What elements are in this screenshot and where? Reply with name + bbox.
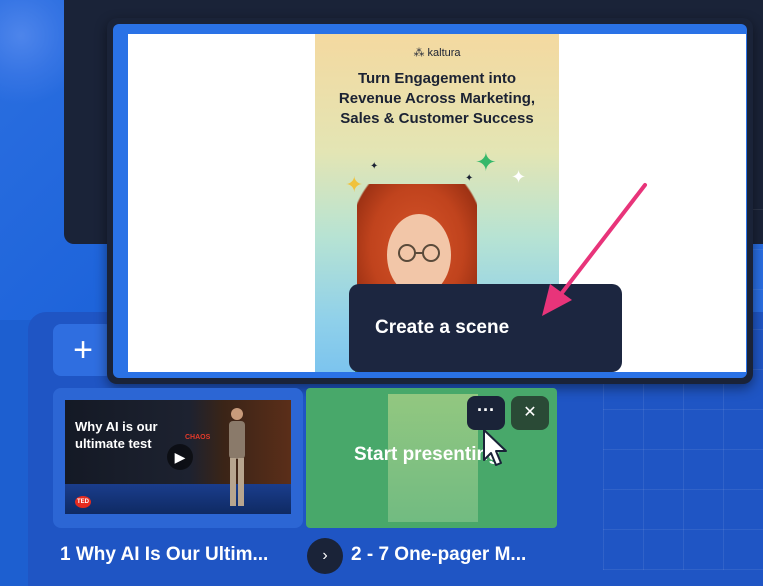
scene-thumbnail-1[interactable]: Why AI is our ultimate test CHAOS ▶ TED: [53, 388, 303, 528]
scene-1-thumb-tag: CHAOS: [185, 434, 211, 441]
close-icon[interactable]: ✕: [511, 396, 549, 430]
sparkle-icon: ✦: [370, 161, 379, 172]
poster-headline-line-3: Sales & Customer Success: [340, 110, 534, 127]
chevron-right-icon[interactable]: ›: [307, 538, 343, 574]
poster-headline: Turn Engagement into Revenue Across Mark…: [323, 69, 551, 129]
scene-1-label[interactable]: 1 Why AI Is Our Ultim...: [60, 544, 268, 566]
start-presenting-label[interactable]: Start presenting: [354, 444, 500, 466]
poster-headline-line-2: Revenue Across Marketing,: [338, 90, 536, 107]
create-scene-label: Create a scene: [375, 317, 510, 338]
stage-floor: [65, 484, 291, 514]
sparkle-icon: ✦: [475, 147, 497, 177]
kaltura-logo: ⁂ kaltura: [413, 47, 461, 59]
ted-badge: TED: [75, 496, 91, 508]
background-texture: [0, 0, 70, 120]
more-options-button[interactable]: ···: [467, 396, 505, 430]
sparkle-icon: ✦: [465, 173, 474, 184]
speaker-figure: [229, 408, 245, 506]
portrait-glasses: [398, 244, 440, 262]
scene-1-video-frame: Why AI is our ultimate test CHAOS ▶ TED: [65, 400, 291, 514]
add-scene-button[interactable]: +: [53, 324, 113, 376]
play-icon[interactable]: ▶: [167, 444, 193, 470]
scene-1-thumb-title: Why AI is our ultimate test: [75, 419, 158, 451]
pointer-arrow-icon: [542, 183, 647, 316]
mouse-cursor-icon: [483, 429, 507, 466]
poster-headline-line-1: Turn Engagement into: [357, 70, 517, 87]
scene-2-label[interactable]: 2 - 7 One-pager M...: [351, 544, 526, 566]
